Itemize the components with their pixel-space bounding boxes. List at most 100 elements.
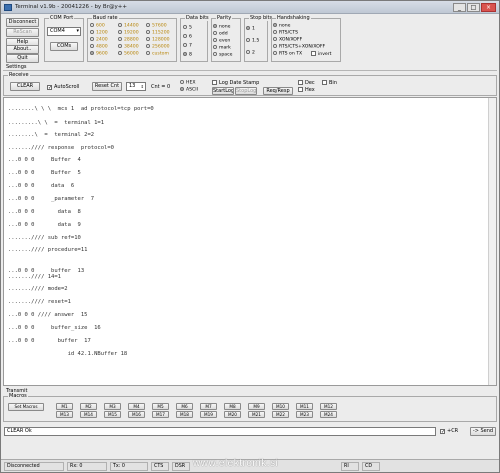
databits-5[interactable]: 5 [183,25,192,32]
set-macros-button[interactable]: Set Macros [8,403,44,411]
hs-rts-on-tx[interactable]: RTS on TX [273,51,302,58]
macro-button-23[interactable]: M23 [296,411,313,418]
baud-14400[interactable]: 14400 [118,23,139,30]
macro-button-11[interactable]: M11 [296,403,313,410]
baud-2400[interactable]: 2400 [90,37,108,44]
reqresp-button[interactable]: Req/Resp [263,87,293,95]
baud-4800[interactable]: 4800 [90,44,108,51]
reset-cnt-button[interactable]: Reset Cnt [92,82,122,91]
terminal-scrollbar[interactable] [488,98,496,385]
rescan-button[interactable]: ReScan [6,28,39,37]
terminal-line: ...0 0 0 buffer 17 [8,338,91,344]
terminal-line: ...0 0 0 //// answer 15 [8,312,88,318]
status-ri: RI [341,462,359,471]
hs-none[interactable]: none [273,23,290,30]
send-button[interactable]: -> Send [470,427,496,436]
receive-terminal[interactable]: ........\ \ \ mcs 1 ad protocol=tcp port… [3,97,497,386]
macro-button-10[interactable]: M10 [272,403,289,410]
macro-button-19[interactable]: M19 [200,411,217,418]
parity-space[interactable]: space [213,52,232,59]
macro-button-8[interactable]: M8 [224,403,241,410]
cnt-spinner[interactable]: 13 ⇕ [126,82,146,91]
macro-button-4[interactable]: M4 [128,403,145,410]
macro-button-24[interactable]: M24 [320,411,337,418]
macro-button-17[interactable]: M17 [152,411,169,418]
dec-checkbox[interactable]: Dec [298,80,315,86]
baud-custom[interactable]: custom [146,51,169,58]
macro-button-20[interactable]: M20 [224,411,241,418]
maximize-button[interactable]: □ [467,3,480,12]
stopbits-1[interactable]: 1 [246,26,255,33]
stopbits-1-5[interactable]: 1.5 [246,38,259,45]
hs-rtscts[interactable]: RTS/CTS [273,30,298,37]
watermark: www.elektronik.si [193,458,279,469]
quit-button[interactable]: Quit [6,54,39,63]
macro-button-12[interactable]: M12 [320,403,337,410]
hs-rtscts-xonxoff[interactable]: RTS/CTS+XON/XOFF [273,44,325,51]
parity-none[interactable]: none [213,24,230,31]
macro-button-21[interactable]: M21 [248,411,265,418]
macro-button-1[interactable]: M1 [56,403,73,410]
terminal-line: .......//// procedure=11 [8,247,88,253]
coms-button[interactable]: COMs [50,42,78,51]
baud-28800[interactable]: 28800 [118,37,139,44]
status-tx: Tx: 0 [110,462,148,471]
disconnect-button[interactable]: Disconnect [6,18,39,27]
hex-checkbox[interactable]: Hex [298,87,315,93]
macro-button-2[interactable]: M2 [80,403,97,410]
baud-38400[interactable]: 38400 [118,44,139,51]
databits-6[interactable]: 6 [183,34,192,41]
macro-button-13[interactable]: M13 [56,411,73,418]
send-input[interactable]: CLEAR Ok [4,427,436,436]
macro-button-16[interactable]: M16 [128,411,145,418]
macro-button-14[interactable]: M14 [80,411,97,418]
terminal-line: ...0 0 0 Buffer 5 [8,170,81,176]
about-button[interactable]: About.. [6,45,39,54]
baud-9600[interactable]: 9600 [90,51,108,58]
stoplog-button[interactable]: StopLog [235,87,257,95]
comport-group: COM Port [44,15,84,62]
macro-button-3[interactable]: M3 [104,403,121,410]
handshaking-label: Handshaking [276,15,311,21]
terminal-line: ...0 0 0 _parameter 7 [8,196,95,202]
baud-1200[interactable]: 1200 [90,30,108,37]
baud-56000[interactable]: 56000 [118,51,139,58]
baud-57600[interactable]: 57600 [146,23,167,30]
baud-128000[interactable]: 128000 [146,37,170,44]
bin-checkbox[interactable]: Bin [322,80,337,86]
macro-button-9[interactable]: M9 [248,403,265,410]
cr-checkbox[interactable]: ✓ +CR [440,428,458,435]
autoscroll-checkbox[interactable]: ✓ AutoScroll [47,84,79,91]
parity-even[interactable]: even [213,38,230,45]
baud-19200[interactable]: 19200 [118,30,139,37]
minimize-button[interactable]: _ [453,3,466,12]
macro-button-22[interactable]: M22 [272,411,289,418]
parity-mark[interactable]: mark [213,45,231,52]
rx-hex-radio[interactable]: HEX [180,80,196,87]
terminal-line: .......//// sub ref=10 [8,235,81,241]
macro-button-6[interactable]: M6 [176,403,193,410]
macro-button-18[interactable]: M18 [176,411,193,418]
stopbits-2[interactable]: 2 [246,50,255,57]
terminal-line: .......//// response protocol=0 [8,145,114,151]
terminal-line: ........\ = terminal 2=2 [8,132,95,138]
hs-invert[interactable]: invert [311,51,331,58]
rx-ascii-radio[interactable]: ASCII [180,87,198,94]
logdate-checkbox[interactable]: Log Date Stamp [212,80,259,86]
close-button[interactable]: × [481,3,496,12]
terminal-line: ...0 0 0 data 9 [8,222,81,228]
hs-xonxoff[interactable]: XON/XOFF [273,37,302,44]
macro-button-5[interactable]: M5 [152,403,169,410]
comport-select[interactable]: COM4 ▾ [47,27,81,36]
databits-7[interactable]: 7 [183,43,192,50]
baud-115200[interactable]: 115200 [146,30,170,37]
terminal-line: ...0 0 0 data 6 [8,183,75,189]
baud-600[interactable]: 600 [90,23,105,30]
baud-256000[interactable]: 256000 [146,44,170,51]
databits-8[interactable]: 8 [183,52,192,59]
clear-button[interactable]: CLEAR [10,82,40,91]
parity-odd[interactable]: odd [213,31,228,38]
startlog-button[interactable]: StartLog [212,87,234,95]
macro-button-7[interactable]: M7 [200,403,217,410]
macro-button-15[interactable]: M15 [104,411,121,418]
